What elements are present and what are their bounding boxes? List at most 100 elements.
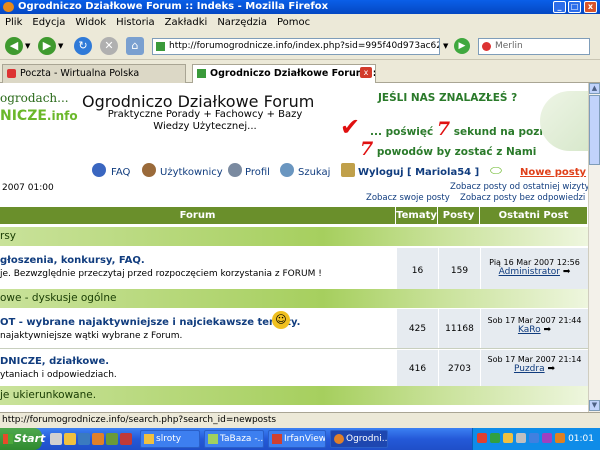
- logo-text-main[interactable]: NICZE.info: [0, 108, 78, 124]
- category-row[interactable]: owe - dyskusje ogólne: [0, 289, 588, 308]
- scroll-down-icon[interactable]: ▼: [589, 400, 600, 411]
- tray-icon[interactable]: [503, 433, 513, 443]
- checkmark-icon: ✔: [340, 113, 361, 141]
- quicklaunch-folder-icon[interactable]: [64, 433, 76, 445]
- category-name: rsy: [0, 230, 17, 242]
- scroll-up-icon[interactable]: ▲: [589, 83, 600, 94]
- menu-view[interactable]: Widok: [70, 14, 111, 32]
- maximize-button[interactable]: □: [568, 1, 581, 13]
- go-icon[interactable]: ▶: [454, 38, 470, 54]
- promo-line3: 7 powodów by zostać z Nami: [360, 138, 537, 160]
- firefox-icon: [3, 2, 14, 12]
- nav-new-posts[interactable]: Nowe posty: [520, 167, 586, 178]
- users-icon: [142, 163, 156, 177]
- tray-icon[interactable]: [555, 433, 565, 443]
- link-unanswered[interactable]: Zobacz posty bez odpowiedzi: [460, 193, 585, 203]
- nav-users[interactable]: Użytkownicy: [160, 167, 223, 178]
- search-engine-icon: [482, 42, 491, 51]
- forum-title-link[interactable]: DNICZE, działkowe.: [0, 356, 109, 367]
- url-dropdown-icon[interactable]: ▼: [443, 42, 448, 50]
- tray-icon[interactable]: [490, 433, 500, 443]
- menu-help[interactable]: Pomoc: [272, 14, 315, 32]
- tray-icon[interactable]: [542, 433, 552, 443]
- promo-heading: JEŚLI NAS ZNALAZŁEŚ ?: [378, 92, 518, 104]
- vertical-scrollbar[interactable]: ▲ ▼: [588, 83, 600, 412]
- menu-bookmarks[interactable]: Zakładki: [160, 14, 213, 32]
- leaf-decoration: [540, 91, 588, 151]
- nav-faq[interactable]: FAQ: [111, 167, 130, 178]
- last-post-date: Sob 17 Mar 2007 21:44: [487, 316, 582, 325]
- taskbar-item[interactable]: Ogrodni...: [330, 430, 388, 448]
- tray-icon[interactable]: [477, 433, 487, 443]
- tab-poczta[interactable]: Poczta - Wirtualna Polska: [2, 64, 186, 83]
- forum-title-link[interactable]: OT - wybrane najaktywniejsze i najciekaw…: [0, 317, 300, 328]
- tray-icon[interactable]: [529, 433, 539, 443]
- search-input[interactable]: Merlin: [478, 38, 590, 55]
- start-button[interactable]: Start: [0, 428, 45, 450]
- menu-edit[interactable]: Edycja: [27, 14, 70, 32]
- posts-count: 2703: [438, 350, 480, 387]
- taskbar-item[interactable]: TaBaza -...: [204, 430, 264, 448]
- tab-bar: Poczta - Wirtualna Polska Ogrodniczo Dzi…: [0, 61, 600, 84]
- last-post-user[interactable]: Administrator: [499, 267, 560, 277]
- forum-description: ytaniach i odpowiedziach.: [0, 370, 117, 380]
- nav-profile[interactable]: Profil: [245, 167, 270, 178]
- goto-post-icon[interactable]: ➡: [563, 267, 571, 277]
- url-input[interactable]: http://forumogrodnicze.info/index.php?si…: [152, 38, 440, 55]
- close-window-button[interactable]: x: [584, 1, 597, 13]
- header-last-post: Ostatni Post: [480, 207, 588, 224]
- menu-file[interactable]: Plik: [0, 14, 27, 32]
- goto-post-icon[interactable]: ➡: [543, 325, 551, 335]
- status-bar: http://forumogrodnicze.info/search.php?s…: [0, 412, 600, 428]
- navigation-toolbar: ◀ ▼ ▶ ▼ ↻ ✕ ⌂ http://forumogrodnicze.inf…: [0, 32, 600, 60]
- quicklaunch-media-icon[interactable]: [120, 433, 132, 445]
- search-icon: [280, 163, 294, 177]
- search-placeholder: Merlin: [495, 41, 523, 51]
- quicklaunch-desktop-icon[interactable]: [50, 433, 62, 445]
- menu-tools[interactable]: Narzędzia: [212, 14, 272, 32]
- last-post-cell: Pią 16 Mar 2007 12:56 Administrator ➡: [480, 248, 588, 293]
- reload-icon[interactable]: ↻: [74, 37, 92, 55]
- category-row[interactable]: je ukierunkowane.: [0, 386, 588, 405]
- promo-seven: 7: [436, 118, 451, 140]
- system-tray: 01:01: [472, 428, 600, 450]
- smiley-icon: ☺: [272, 311, 290, 329]
- menu-history[interactable]: Historia: [111, 14, 160, 32]
- forum-row: DNICZE, działkowe. ytaniach i odpowiedzi…: [0, 350, 588, 388]
- last-post-user[interactable]: Puzdra: [514, 364, 545, 374]
- forum-title-link[interactable]: głoszenia, konkursy, FAQ.: [0, 255, 145, 266]
- logout-icon: [341, 163, 355, 177]
- wp-favicon-icon: [7, 69, 16, 78]
- back-dropdown-icon[interactable]: ▼: [25, 42, 30, 50]
- link-own-posts[interactable]: Zobacz swoje posty: [366, 193, 450, 203]
- minimize-button[interactable]: _: [553, 1, 566, 13]
- logo-word: NICZE: [0, 108, 47, 124]
- home-icon[interactable]: ⌂: [126, 37, 144, 55]
- forward-arrow-icon[interactable]: ▶: [38, 37, 56, 55]
- windows-logo-icon: [3, 434, 13, 444]
- quicklaunch-app-icon[interactable]: [106, 433, 118, 445]
- tab-forum[interactable]: Ogrodniczo Działkowe Forum :: In...: [192, 64, 376, 84]
- link-posts-since-last[interactable]: Zobacz posty od ostatniej wizyty: [450, 182, 588, 192]
- tray-icon[interactable]: [516, 433, 526, 443]
- quicklaunch-firefox-icon[interactable]: [92, 433, 104, 445]
- nav-logout[interactable]: Wyloguj [ Mariola54 ]: [358, 167, 479, 178]
- nav-search[interactable]: Szukaj: [298, 167, 330, 178]
- close-tab-icon[interactable]: x: [360, 67, 372, 78]
- scroll-thumb[interactable]: [589, 95, 600, 165]
- new-posts-icon: ⬭: [490, 163, 502, 179]
- back-arrow-icon[interactable]: ◀: [5, 37, 23, 55]
- category-row[interactable]: rsy: [0, 227, 588, 246]
- goto-post-icon[interactable]: ➡: [547, 364, 555, 374]
- forward-dropdown-icon[interactable]: ▼: [58, 42, 63, 50]
- page-content: ogrodach... NICZE.info Ogrodniczo Działk…: [0, 83, 588, 412]
- clock: 01:01: [568, 434, 594, 444]
- url-text: http://forumogrodnicze.info/index.php?si…: [169, 41, 439, 51]
- stop-icon[interactable]: ✕: [100, 37, 118, 55]
- taskbar-item[interactable]: IrfanView: [268, 430, 326, 448]
- logo-ext: .info: [46, 109, 78, 123]
- taskbar-item[interactable]: slroty: [140, 430, 200, 448]
- tab-label: Poczta - Wirtualna Polska: [20, 68, 140, 79]
- last-post-user[interactable]: KaRo: [518, 325, 541, 335]
- quicklaunch-ie-icon[interactable]: [78, 433, 90, 445]
